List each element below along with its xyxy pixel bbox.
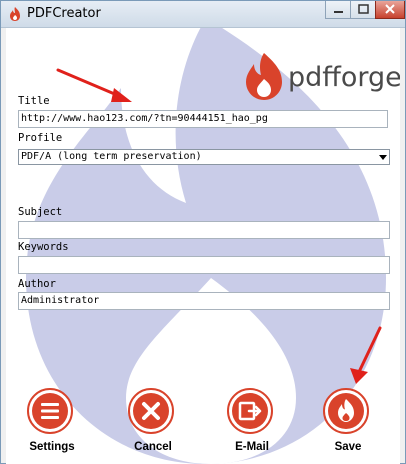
close-icon [385, 4, 395, 14]
author-field[interactable]: Administrator [18, 292, 390, 310]
window-title: PDFCreator [27, 6, 101, 21]
pdfcreator-app-icon [10, 7, 20, 21]
logo-text: pdfforge [288, 62, 400, 93]
save-button[interactable]: Save [313, 388, 383, 462]
author-label: Author [18, 278, 56, 290]
maximize-button[interactable] [350, 1, 376, 19]
title-bar[interactable]: PDFCreator [1, 1, 405, 28]
keywords-label: Keywords [18, 241, 69, 253]
main-panel: pdfforge Title http://www.hao123.com/?tn… [6, 28, 400, 464]
pdfforge-logo: pdfforge [246, 53, 400, 100]
email-icon [227, 388, 273, 434]
minimize-icon [334, 11, 343, 13]
email-label: E-Mail [235, 441, 269, 453]
dropdown-arrow-icon [379, 155, 387, 160]
minimize-button[interactable] [325, 1, 351, 19]
annotation-arrow-save [350, 326, 382, 384]
profile-selected-value: PDF/A (long term preservation) [21, 151, 202, 162]
cancel-button[interactable]: Cancel [118, 388, 188, 462]
annotation-arrow-title [56, 68, 132, 102]
settings-label: Settings [29, 441, 75, 453]
subject-field[interactable] [18, 221, 390, 239]
settings-button[interactable]: Settings [17, 388, 87, 462]
pdfcreator-window: PDFCreator pdfforge Title http://www.hao… [0, 0, 406, 464]
keywords-field[interactable] [18, 256, 390, 274]
settings-icon [27, 388, 73, 434]
save-icon [323, 388, 369, 434]
save-label: Save [334, 441, 362, 453]
email-button[interactable]: E-Mail [217, 388, 287, 462]
title-field[interactable]: http://www.hao123.com/?tn=90444151_hao_p… [18, 110, 388, 128]
profile-select[interactable]: PDF/A (long term preservation) [18, 149, 390, 165]
close-button[interactable] [375, 1, 405, 19]
cancel-icon [128, 388, 174, 434]
subject-label: Subject [18, 206, 63, 218]
cancel-label: Cancel [134, 441, 172, 453]
maximize-icon [358, 4, 369, 14]
title-label: Title [18, 95, 50, 107]
profile-label: Profile [18, 132, 63, 144]
